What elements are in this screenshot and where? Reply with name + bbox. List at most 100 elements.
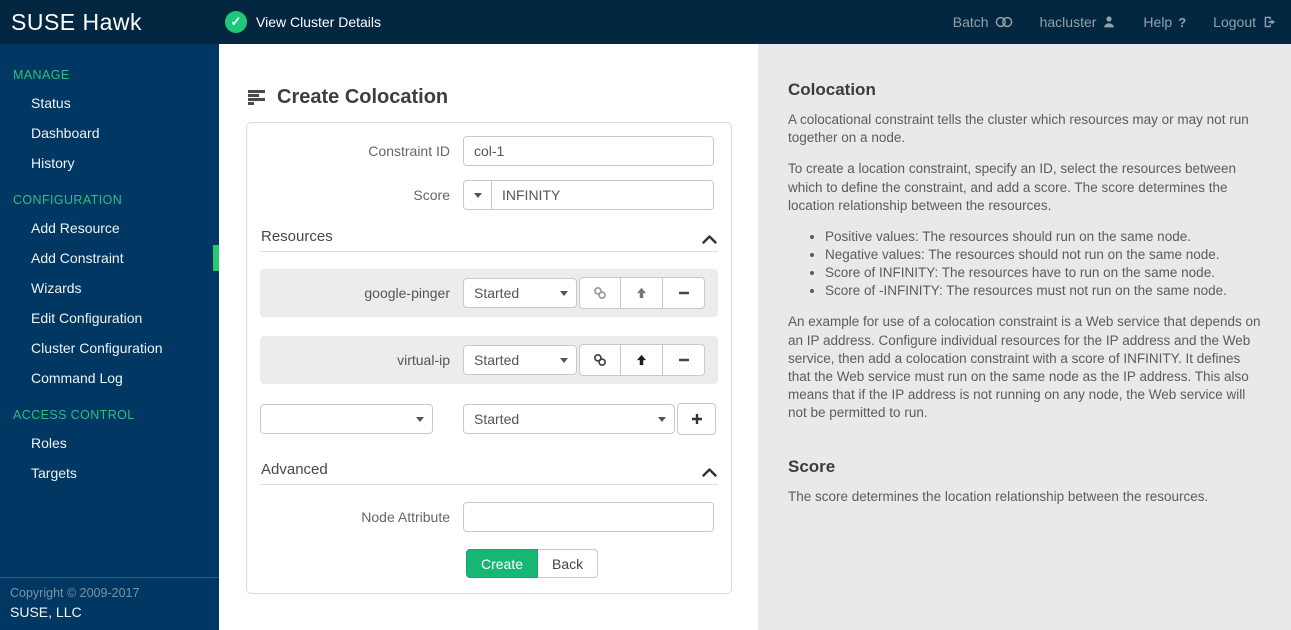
sidebar-section-configuration: CONFIGURATION Add Resource Add Constrain…	[0, 193, 219, 393]
sidebar-section-access-control: ACCESS CONTROL Roles Targets	[0, 408, 219, 488]
chevron-up-icon[interactable]	[702, 468, 717, 477]
link-resource-button[interactable]	[579, 344, 621, 376]
nav-logout-label: Logout	[1213, 14, 1256, 30]
sidebar-item-add-resource[interactable]: Add Resource	[0, 213, 219, 243]
chevron-up-icon[interactable]	[702, 235, 717, 244]
back-button[interactable]: Back	[538, 549, 599, 578]
toggle-icon	[995, 15, 1013, 29]
link-resource-button[interactable]	[579, 277, 621, 309]
sidebar-item-dashboard[interactable]: Dashboard	[0, 118, 219, 148]
main-content: Create Colocation Constraint ID Score	[219, 44, 758, 630]
new-resource-select[interactable]	[260, 404, 433, 434]
advanced-section-header: Advanced	[260, 457, 718, 485]
create-button[interactable]: Create	[466, 549, 539, 578]
nav-user[interactable]: hacluster	[1040, 14, 1117, 30]
score-label: Score	[413, 187, 450, 203]
resource-name: virtual-ip	[397, 352, 450, 368]
help-bullet: Score of -INFINITY: The resources must n…	[825, 282, 1261, 300]
chevron-down-icon	[473, 192, 482, 198]
chevron-down-icon	[560, 357, 568, 363]
app-window: SUSE Hawk ✓ View Cluster Details Batch h…	[0, 0, 1291, 630]
user-icon	[1102, 15, 1116, 29]
sidebar-title-access-control: ACCESS CONTROL	[13, 408, 135, 422]
cluster-status-label: View Cluster Details	[256, 14, 382, 30]
sidebar-item-status[interactable]: Status	[0, 88, 219, 118]
help-bullet-list: Positive values: The resources should ru…	[788, 228, 1261, 299]
sidebar-item-add-constraint[interactable]: Add Constraint	[0, 243, 219, 273]
resource-role-value: Started	[474, 285, 520, 301]
remove-resource-button[interactable]	[663, 344, 705, 376]
company-name: SUSE, LLC	[10, 604, 82, 620]
sidebar-item-cluster-configuration[interactable]: Cluster Configuration	[0, 333, 219, 363]
resource-name: google-pinger	[364, 285, 450, 301]
resource-actions	[579, 344, 705, 376]
move-up-button[interactable]	[621, 277, 663, 309]
plus-icon	[691, 414, 702, 424]
check-circle-icon: ✓	[225, 11, 247, 33]
help-score-title: Score	[788, 456, 836, 476]
page-title-text: Create Colocation	[277, 86, 449, 108]
sidebar-item-targets[interactable]: Targets	[0, 458, 219, 488]
help-paragraph: To create a location constraint, specify…	[788, 161, 1236, 213]
sidebar-item-roles[interactable]: Roles	[0, 428, 219, 458]
score-input-group	[463, 180, 714, 210]
cluster-status[interactable]: ✓ View Cluster Details	[219, 11, 381, 33]
resource-row: google-pinger Started	[260, 269, 718, 317]
nav-batch[interactable]: Batch	[953, 14, 1013, 30]
sidebar-title-configuration: CONFIGURATION	[13, 193, 123, 207]
link-icon	[594, 287, 606, 299]
score-input[interactable]	[491, 180, 714, 210]
sidebar-item-edit-configuration[interactable]: Edit Configuration	[0, 303, 219, 333]
actions-group: Create Back	[466, 549, 599, 578]
nav-user-label: hacluster	[1039, 14, 1097, 30]
remove-resource-button[interactable]	[663, 277, 705, 309]
help-paragraph: A colocational constraint tells the clus…	[788, 112, 1249, 146]
form-actions-row: Create Back	[260, 549, 718, 578]
arrow-up-icon	[636, 287, 647, 299]
sidebar-item-history[interactable]: History	[0, 148, 219, 178]
sidebar-footer: Copyright © 2009-2017 SUSE, LLC	[0, 577, 219, 630]
sidebar-item-command-log[interactable]: Command Log	[0, 363, 219, 393]
resource-role-select[interactable]: Started	[463, 345, 577, 375]
resource-role-select[interactable]: Started	[463, 278, 577, 308]
score-dropdown-button[interactable]	[463, 180, 491, 210]
node-attribute-input[interactable]	[463, 502, 714, 532]
constraint-id-label: Constraint ID	[368, 143, 450, 159]
nav-help[interactable]: Help ?	[1143, 14, 1186, 30]
add-resource-button[interactable]	[677, 403, 716, 435]
copyright-text: Copyright © 2009-2017	[10, 586, 140, 600]
top-nav: Batch hacluster Help ? Logout	[953, 14, 1291, 30]
sidebar: MANAGE Status Dashboard History CONFIGUR…	[0, 44, 219, 630]
nav-logout[interactable]: Logout	[1213, 14, 1277, 30]
help-bullet: Positive values: The resources should ru…	[825, 228, 1261, 246]
nav-help-label: Help	[1143, 14, 1173, 30]
link-icon	[594, 354, 606, 366]
add-resource-row: Started	[260, 403, 718, 435]
logo-area: SUSE Hawk	[0, 9, 219, 36]
move-up-button[interactable]	[621, 344, 663, 376]
chevron-down-icon	[658, 416, 666, 422]
constraint-id-input[interactable]	[463, 136, 714, 166]
constraint-bars-icon	[248, 90, 265, 105]
help-paragraph: An example for use of a colocation const…	[788, 314, 1261, 421]
sidebar-title-manage: MANAGE	[13, 68, 70, 82]
suse-hawk-logo[interactable]: SUSE Hawk	[11, 9, 142, 35]
help-score-text: The score determines the location relati…	[788, 488, 1209, 504]
new-resource-role-value: Started	[474, 411, 520, 427]
score-row: Score	[260, 180, 718, 210]
page-title: Create Colocation	[248, 86, 758, 109]
help-bullet: Negative values: The resources should no…	[825, 246, 1261, 264]
resources-section-header: Resources	[260, 224, 718, 252]
resource-role-value: Started	[474, 352, 520, 368]
sidebar-item-wizards[interactable]: Wizards	[0, 273, 219, 303]
nav-batch-label: Batch	[952, 14, 989, 30]
new-resource-role-select[interactable]: Started	[463, 404, 675, 434]
node-attribute-label: Node Attribute	[361, 509, 450, 525]
logout-icon	[1262, 15, 1277, 29]
colocation-form-card: Constraint ID Score Resources	[246, 122, 732, 594]
minus-icon	[678, 291, 689, 295]
node-attribute-row: Node Attribute	[260, 502, 718, 532]
chevron-down-icon	[560, 290, 568, 296]
help-colocation-title: Colocation	[788, 80, 876, 99]
content-row: MANAGE Status Dashboard History CONFIGUR…	[0, 44, 1291, 630]
